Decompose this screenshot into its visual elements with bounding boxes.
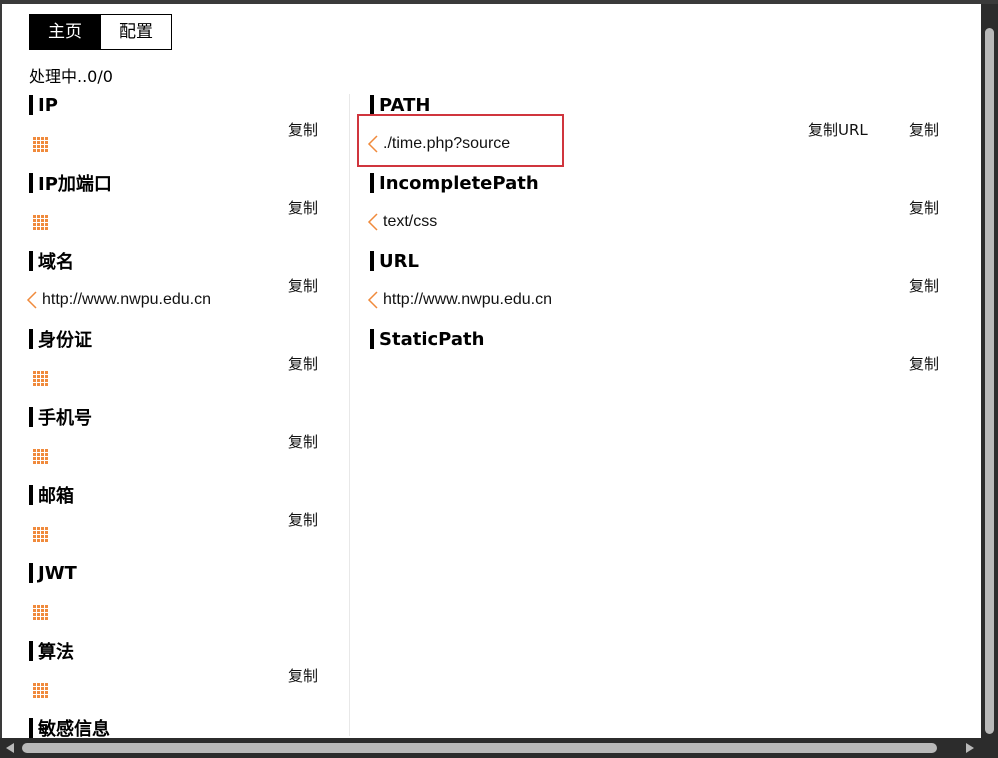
copy-button-url[interactable]: 复制 bbox=[909, 275, 939, 296]
section-heading-sensitive: 敏感信息 bbox=[29, 717, 110, 740]
horizontal-scrollbar[interactable] bbox=[0, 738, 998, 758]
grid-icon bbox=[33, 527, 48, 542]
copy-button-algorithm[interactable]: 复制 bbox=[288, 665, 318, 686]
selection-highlight-box bbox=[357, 114, 564, 167]
copy-button-phone[interactable]: 复制 bbox=[288, 431, 318, 452]
grid-icon bbox=[33, 605, 48, 620]
heading-bar bbox=[29, 641, 33, 661]
list-item-text: text/css bbox=[383, 213, 438, 230]
section-title: 身份证 bbox=[38, 330, 92, 351]
chevron-left-icon[interactable] bbox=[26, 290, 38, 310]
list-item-domain[interactable]: http://www.nwpu.edu.cn bbox=[26, 290, 211, 310]
heading-bar bbox=[29, 407, 33, 427]
section-heading-ip-port: IP加端口 bbox=[29, 172, 112, 195]
section-heading-static-path: StaticPath bbox=[370, 328, 484, 350]
copy-button-incomplete-path[interactable]: 复制 bbox=[909, 197, 939, 218]
copy-button-path[interactable]: 复制 bbox=[909, 119, 939, 140]
section-title: 域名 bbox=[38, 252, 74, 273]
section-title: IncompletePath bbox=[379, 172, 539, 194]
section-heading-path: PATH bbox=[370, 94, 430, 116]
section-title: 邮箱 bbox=[38, 486, 74, 507]
section-title: IP加端口 bbox=[38, 174, 112, 195]
copy-button-email[interactable]: 复制 bbox=[288, 509, 318, 530]
section-title: JWT bbox=[38, 562, 77, 584]
section-heading-id-card: 身份证 bbox=[29, 328, 92, 351]
heading-bar bbox=[29, 173, 33, 193]
section-title: 算法 bbox=[38, 642, 74, 663]
scrollbar-corner bbox=[981, 738, 998, 758]
scroll-right-arrow-icon[interactable] bbox=[966, 743, 974, 753]
heading-bar bbox=[29, 563, 33, 583]
heading-bar bbox=[29, 95, 33, 115]
heading-bar bbox=[29, 485, 33, 505]
list-item-incomplete-path[interactable]: text/css bbox=[367, 212, 437, 232]
section-title: PATH bbox=[379, 94, 431, 116]
list-item-text: http://www.nwpu.edu.cn bbox=[42, 291, 211, 308]
heading-bar bbox=[370, 173, 374, 193]
grid-icon bbox=[33, 215, 48, 230]
section-heading-phone: 手机号 bbox=[29, 406, 92, 429]
tab-bar: 主页 配置 bbox=[29, 14, 172, 50]
copy-button-domain[interactable]: 复制 bbox=[288, 275, 318, 296]
heading-bar bbox=[370, 329, 374, 349]
window-left-border bbox=[0, 0, 2, 758]
copy-button-static-path[interactable]: 复制 bbox=[909, 353, 939, 374]
chevron-left-icon[interactable] bbox=[367, 290, 379, 310]
section-title: URL bbox=[379, 250, 419, 272]
copy-button-ip[interactable]: 复制 bbox=[288, 119, 318, 140]
section-heading-domain: 域名 bbox=[29, 250, 74, 273]
copy-button-ip-port[interactable]: 复制 bbox=[288, 197, 318, 218]
window-top-border bbox=[0, 0, 998, 4]
horizontal-scrollbar-thumb[interactable] bbox=[22, 743, 937, 753]
heading-bar bbox=[29, 251, 33, 271]
section-heading-incomplete-path: IncompletePath bbox=[370, 172, 539, 194]
list-item-text: http://www.nwpu.edu.cn bbox=[383, 291, 552, 308]
section-title: StaticPath bbox=[379, 328, 485, 350]
copy-url-button-path[interactable]: 复制URL bbox=[808, 119, 868, 140]
section-title: IP bbox=[38, 94, 58, 116]
vertical-scrollbar-thumb[interactable] bbox=[985, 28, 994, 734]
heading-bar bbox=[29, 329, 33, 349]
grid-icon bbox=[33, 371, 48, 386]
section-heading-jwt: JWT bbox=[29, 562, 77, 584]
section-heading-url: URL bbox=[370, 250, 419, 272]
tab-home[interactable]: 主页 bbox=[30, 15, 100, 49]
scroll-left-arrow-icon[interactable] bbox=[6, 743, 14, 753]
heading-bar bbox=[370, 95, 374, 115]
section-heading-ip: IP bbox=[29, 94, 58, 116]
tab-config[interactable]: 配置 bbox=[100, 15, 171, 49]
list-item-url[interactable]: http://www.nwpu.edu.cn bbox=[367, 290, 552, 310]
grid-icon bbox=[33, 683, 48, 698]
vertical-scrollbar[interactable] bbox=[981, 4, 998, 738]
section-title: 手机号 bbox=[38, 408, 92, 429]
copy-button-id-card[interactable]: 复制 bbox=[288, 353, 318, 374]
heading-bar bbox=[29, 718, 33, 738]
section-heading-email: 邮箱 bbox=[29, 484, 74, 507]
grid-icon bbox=[33, 137, 48, 152]
processing-status: 处理中..0/0 bbox=[29, 67, 113, 86]
column-divider bbox=[349, 94, 350, 736]
chevron-left-icon[interactable] bbox=[367, 212, 379, 232]
grid-icon bbox=[33, 449, 48, 464]
heading-bar bbox=[370, 251, 374, 271]
section-heading-algorithm: 算法 bbox=[29, 640, 74, 663]
